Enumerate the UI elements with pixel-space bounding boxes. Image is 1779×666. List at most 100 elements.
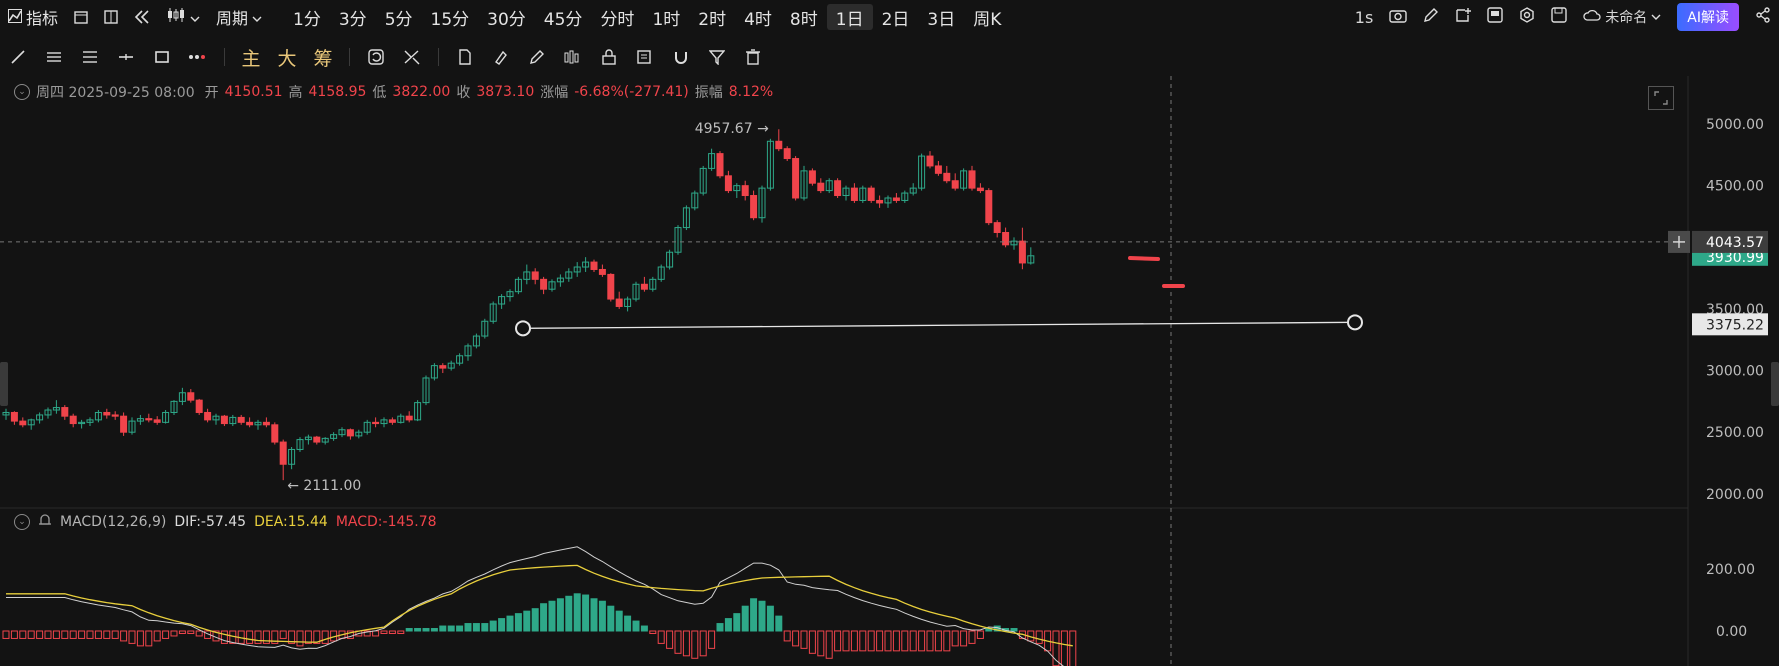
edit-icon[interactable] — [627, 43, 663, 71]
candle — [338, 427, 346, 438]
calendar-icon[interactable] — [66, 4, 96, 30]
line-icon[interactable] — [0, 43, 36, 71]
candle-body — [590, 261, 598, 270]
period-option[interactable]: 分时 — [591, 4, 643, 30]
macd-bar — [666, 630, 674, 649]
candle-body — [783, 148, 791, 160]
bars-icon[interactable] — [555, 43, 591, 71]
candle — [153, 416, 161, 425]
period-option[interactable]: 3日 — [918, 4, 964, 30]
layout-icon[interactable] — [96, 4, 126, 30]
period-option[interactable]: 2时 — [689, 4, 735, 30]
period-option[interactable]: 2日 — [873, 4, 919, 30]
channel-icon[interactable] — [72, 43, 108, 71]
candle — [1027, 247, 1035, 265]
candle-type-button[interactable] — [158, 4, 208, 30]
candle-body — [61, 407, 69, 417]
settings-icon[interactable] — [1519, 7, 1535, 27]
fullscreen-icon[interactable] — [1648, 86, 1674, 110]
measure-icon[interactable] — [394, 43, 430, 71]
candle — [1002, 227, 1010, 248]
period-button[interactable]: 周期 — [208, 4, 270, 30]
candle-body — [388, 419, 396, 423]
chip-button[interactable]: 筹 — [305, 44, 341, 71]
template-icon[interactable] — [1487, 7, 1503, 27]
big-order-button[interactable]: 大 — [269, 44, 305, 71]
period-option[interactable]: 3分 — [330, 4, 376, 30]
layout-name-button[interactable]: 未命名 — [1583, 7, 1661, 27]
period-option[interactable]: 4时 — [735, 4, 781, 30]
candle-body — [834, 180, 842, 197]
price-tick-label: 2500.00 — [1706, 425, 1764, 441]
pencil-icon[interactable] — [519, 43, 555, 71]
filter-icon[interactable] — [699, 43, 735, 71]
candle-body — [876, 199, 884, 204]
trash-icon[interactable] — [735, 43, 771, 71]
camera-icon[interactable] — [1389, 8, 1407, 27]
macd-bar — [808, 630, 816, 654]
rectangle-icon[interactable] — [144, 43, 180, 71]
candle — [724, 170, 732, 194]
macd-bar — [187, 630, 195, 634]
macd-bar — [414, 628, 422, 632]
collapse-icon[interactable]: ⌄ — [14, 514, 30, 530]
candle — [304, 434, 312, 445]
candle-body — [934, 165, 942, 174]
share-icon[interactable] — [1755, 7, 1771, 27]
rewind-icon[interactable] — [126, 4, 158, 30]
period-option[interactable]: 1分 — [284, 4, 330, 30]
parallel-icon[interactable] — [36, 43, 72, 71]
macd-bar — [632, 620, 640, 632]
dea-value: DEA:15.44 — [254, 514, 328, 530]
period-option[interactable]: 30分 — [478, 4, 535, 30]
open-label: 开 — [204, 85, 219, 101]
replay-icon[interactable] — [358, 43, 394, 71]
candle-body — [153, 419, 161, 423]
period-option[interactable]: 1时 — [643, 4, 689, 30]
right-panel-toggle[interactable] — [1771, 362, 1779, 406]
candle — [195, 398, 203, 415]
macd-bar — [918, 630, 926, 652]
layout-name: 未命名 — [1605, 10, 1648, 26]
macd-bar — [800, 630, 808, 649]
period-option[interactable]: 周K — [964, 4, 1010, 30]
note-icon[interactable] — [447, 43, 483, 71]
candle — [540, 276, 548, 295]
main-force-button[interactable]: 主 — [233, 44, 269, 71]
period-option[interactable]: 45分 — [535, 4, 592, 30]
indicator-button[interactable]: 指标 — [0, 4, 66, 30]
magnet-icon[interactable] — [663, 43, 699, 71]
period-option[interactable]: 8时 — [781, 4, 827, 30]
macd-bar — [548, 600, 556, 632]
lock-icon[interactable] — [591, 43, 627, 71]
more-dots-icon[interactable] — [180, 43, 216, 71]
candle-body — [313, 436, 321, 443]
bell-icon[interactable] — [38, 513, 52, 531]
candle-body — [951, 180, 959, 189]
candle-body — [531, 271, 539, 280]
add-window-icon[interactable] — [1455, 7, 1472, 27]
period-option[interactable]: 5分 — [376, 4, 422, 30]
candle — [498, 294, 506, 309]
pen-icon[interactable] — [1423, 7, 1439, 27]
macd-bar — [78, 630, 86, 639]
macd-bar — [682, 630, 690, 657]
macd-bar — [951, 630, 959, 647]
period-option[interactable]: 15分 — [422, 4, 479, 30]
macd-bar — [380, 630, 388, 634]
collapse-icon[interactable]: ⌄ — [14, 84, 30, 100]
horizontal-line-icon[interactable] — [108, 43, 144, 71]
save-icon[interactable] — [1551, 7, 1567, 27]
candle — [111, 411, 119, 420]
candle — [363, 419, 371, 435]
period-option[interactable]: 1日 — [826, 4, 873, 30]
candle — [615, 291, 623, 309]
candle-body — [850, 187, 858, 201]
candle — [766, 138, 774, 191]
interval-label[interactable]: 1s — [1355, 8, 1374, 27]
candle — [19, 417, 27, 428]
candle — [229, 414, 237, 427]
brush-icon[interactable] — [483, 43, 519, 71]
left-panel-toggle[interactable] — [0, 362, 8, 406]
ai-analysis-button[interactable]: AI解读 — [1677, 3, 1739, 31]
